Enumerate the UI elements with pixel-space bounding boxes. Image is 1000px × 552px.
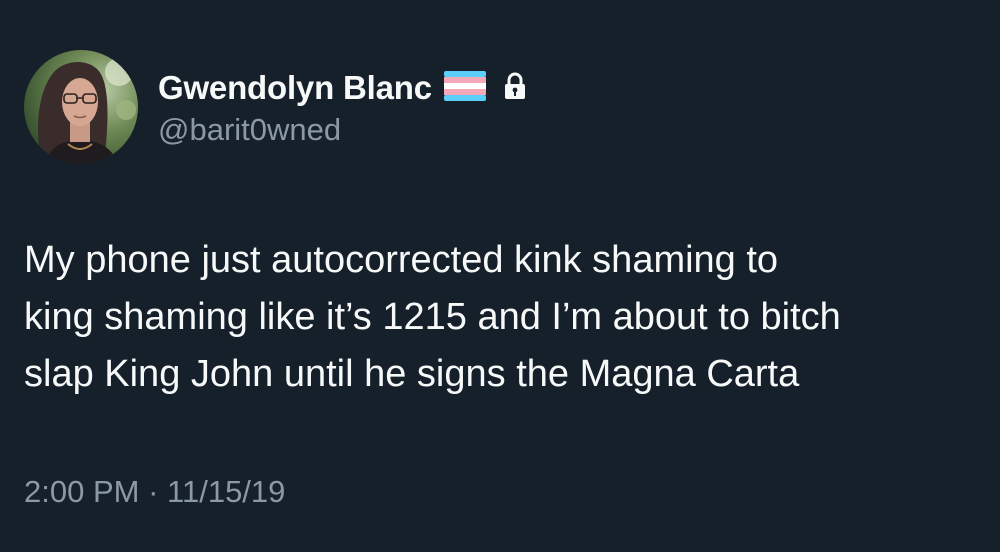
name-row: Gwendolyn Blanc bbox=[158, 66, 526, 110]
tweet-timestamp[interactable]: 2:00 PM · 11/15/19 bbox=[24, 474, 285, 510]
tweet-time: 2:00 PM bbox=[24, 474, 140, 509]
tweet-card: Gwendolyn Blanc @barit0wned My phone jus… bbox=[0, 0, 1000, 552]
avatar[interactable] bbox=[24, 50, 138, 164]
user-handle[interactable]: @barit0wned bbox=[158, 112, 526, 148]
timestamp-separator: · bbox=[148, 474, 159, 509]
avatar-image bbox=[24, 50, 138, 164]
tweet-date: 11/15/19 bbox=[167, 474, 286, 509]
user-identity: Gwendolyn Blanc @barit0wned bbox=[158, 66, 526, 148]
tweet-header: Gwendolyn Blanc @barit0wned bbox=[24, 50, 526, 164]
display-name[interactable]: Gwendolyn Blanc bbox=[158, 69, 432, 107]
transgender-flag-icon bbox=[443, 70, 486, 106]
lock-icon bbox=[504, 72, 526, 105]
tweet-text: My phone just autocorrected kink shaming… bbox=[24, 239, 841, 395]
